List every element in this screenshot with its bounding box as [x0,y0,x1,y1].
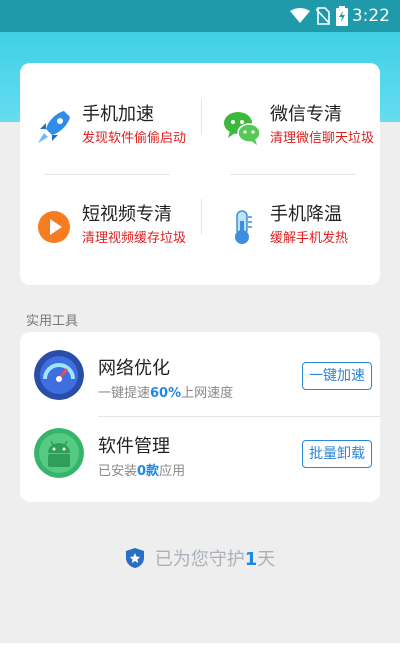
play-video-icon [38,211,70,243]
tool-row-network[interactable]: 网络优化 一键提速60%上网速度 一键加速 [20,340,380,420]
battery-charging-icon [336,6,348,26]
boost-network-button[interactable]: 一键加速 [302,362,372,390]
protection-text: 已为您守护1天 [155,545,276,571]
protection-text-post: 天 [257,549,276,570]
protection-text-pre: 已为您守护 [154,549,245,570]
feature-phone-cooling[interactable]: 手机降温 缓解手机发热 [222,203,380,249]
feature-desc: 发现软件偷偷启动 [82,131,187,146]
status-bar: 3:22 [0,0,400,32]
tool-desc-post: 应用 [159,464,186,479]
wechat-icon [224,112,261,145]
bottom-nav-bar [0,643,400,661]
no-sim-icon [316,7,330,25]
tool-desc-highlight: 60% [150,386,182,401]
feature-phone-boost[interactable]: 手机加速 发现软件偷偷启动 [34,103,204,149]
wifi-icon [290,8,310,23]
feature-title: 微信专清 [270,104,342,125]
tool-row-app-manager[interactable]: 软件管理 已安装0款应用 批量卸载 [20,418,380,498]
feature-title: 短视频专清 [82,204,172,225]
features-card: 手机加速 发现软件偷偷启动 微信专清 清理微信聊天垃圾 短视频专清 清理视频缓存… [20,63,380,285]
divider [98,416,380,417]
protection-status: 已为您守护1天 [0,545,400,571]
divider [201,199,202,235]
status-time: 3:22 [351,6,390,26]
tool-desc: 一键提速60%上网速度 [98,382,233,401]
thermometer-icon [235,210,252,244]
feature-desc: 清理视频缓存垃圾 [82,231,187,246]
feature-desc: 清理微信聊天垃圾 [270,131,375,146]
tools-card: 网络优化 一键提速60%上网速度 一键加速 软件管理 已安装0款应用 批量卸载 [20,332,380,502]
tool-desc-pre: 已安装 [98,464,138,479]
tool-desc: 已安装0款应用 [98,460,185,479]
divider [44,174,170,175]
feature-title: 手机降温 [270,204,342,225]
tool-desc-highlight: 0款 [137,464,160,479]
status-icons [290,6,348,26]
protection-days: 1 [244,549,258,570]
feature-title: 手机加速 [82,104,154,125]
tool-desc-post: 上网速度 [181,386,234,401]
section-label-tools: 实用工具 [26,314,79,329]
divider [201,99,202,135]
feature-wechat-clean[interactable]: 微信专清 清理微信聊天垃圾 [222,103,380,149]
tool-title: 软件管理 [98,436,170,457]
feature-short-video-clean[interactable]: 短视频专清 清理视频缓存垃圾 [34,203,204,249]
android-icon [34,428,84,478]
batch-uninstall-button[interactable]: 批量卸载 [302,440,372,468]
tool-title: 网络优化 [98,358,170,379]
speedometer-icon [34,350,84,400]
feature-desc: 缓解手机发热 [270,231,349,246]
shield-icon [125,548,144,568]
rocket-icon [38,111,70,143]
tool-desc-pre: 一键提速 [98,386,151,401]
divider [230,174,356,175]
